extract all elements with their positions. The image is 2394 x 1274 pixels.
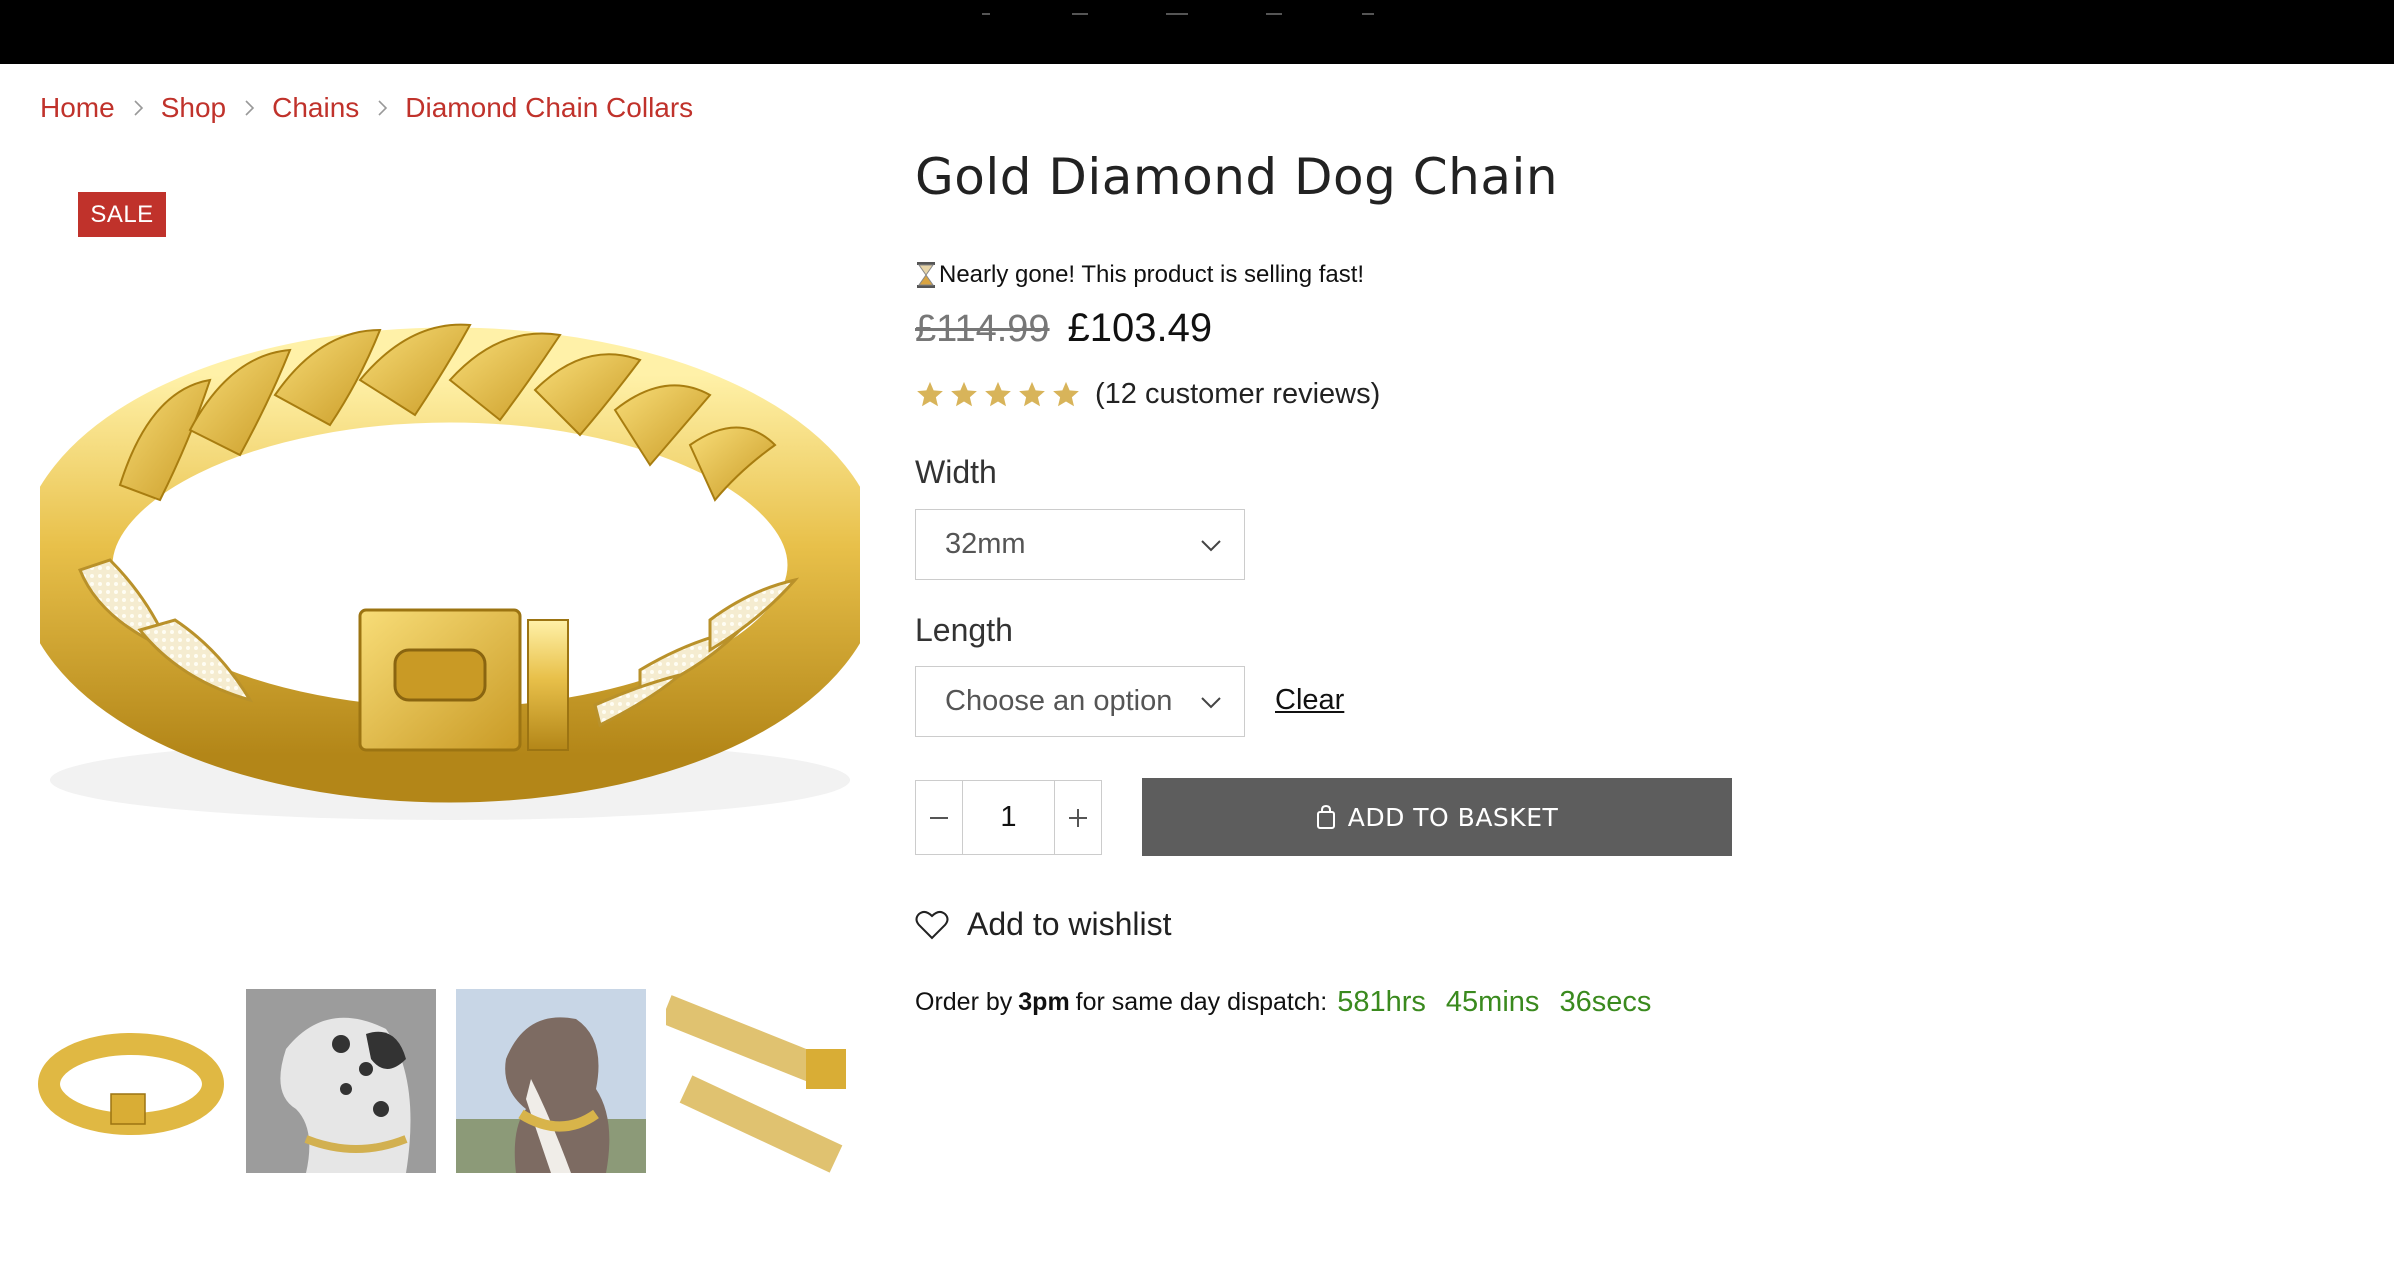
top-bar (0, 0, 2394, 64)
thumbnail-pitbull[interactable] (456, 989, 646, 1173)
length-select-value: Choose an option (945, 685, 1173, 717)
thumbnail-strip (36, 989, 856, 1173)
chevron-right-icon (129, 98, 149, 118)
star-icon (917, 381, 943, 406)
star-icon (1019, 381, 1045, 406)
topbar-mark (1362, 13, 1374, 15)
countdown-timer: 581hrs 45mins 36secs (1337, 986, 1663, 1019)
dispatch-suffix: for same day dispatch: (1075, 988, 1328, 1016)
minus-icon (930, 816, 948, 819)
topbar-mark (1166, 13, 1188, 15)
price-sale: £103.49 (1067, 306, 1213, 350)
sale-badge: SALE (78, 192, 166, 237)
clear-options-link[interactable]: Clear (1275, 684, 1344, 717)
reviews-link[interactable]: (12 customer reviews) (1095, 378, 1380, 411)
topbar-mark (1266, 13, 1282, 15)
dispatch-prefix: Order by (915, 988, 1013, 1016)
urgency-message: Nearly gone! This product is selling fas… (915, 261, 1364, 289)
width-label: Width (915, 454, 997, 490)
width-select-value: 32mm (945, 528, 1026, 560)
width-select[interactable]: 32mm (915, 509, 1245, 580)
topbar-mark (1072, 13, 1088, 15)
breadcrumb-diamond-chain-collars[interactable]: Diamond Chain Collars (405, 92, 693, 124)
product-title: Gold Diamond Dog Chain (915, 148, 1559, 206)
quantity-decrease-button[interactable] (916, 781, 963, 854)
dispatch-time: 3pm (1018, 988, 1070, 1016)
star-icon (951, 381, 977, 406)
breadcrumb-home[interactable]: Home (40, 92, 115, 124)
dispatch-countdown: Order by 3pm for same day dispatch: 581h… (915, 986, 1663, 1019)
add-to-wishlist[interactable]: Add to wishlist (915, 906, 1172, 943)
star-icon (985, 381, 1011, 406)
topbar-mark (982, 13, 990, 15)
urgency-text: Nearly gone! This product is selling fas… (939, 261, 1365, 288)
countdown-secs: 36secs (1559, 986, 1652, 1018)
quantity-input[interactable] (963, 781, 1054, 854)
countdown-mins: 45mins (1445, 986, 1540, 1018)
length-select[interactable]: Choose an option (915, 666, 1245, 737)
heart-icon (915, 910, 949, 939)
quantity-increase-button[interactable] (1054, 781, 1101, 854)
star-rating (915, 380, 1081, 410)
price-original: £114.99 (915, 308, 1050, 350)
star-icon (1053, 381, 1079, 406)
product-main-image[interactable] (17, 180, 883, 960)
chevron-down-icon (1201, 540, 1221, 552)
price: £114.99 £103.49 (915, 306, 1212, 351)
thumbnail-dalmatian[interactable] (246, 989, 436, 1173)
thumbnail-chain[interactable] (36, 989, 226, 1173)
thumbnail-chain-detail[interactable] (666, 989, 856, 1173)
add-to-basket-button[interactable]: ADD TO BASKET (1142, 778, 1732, 856)
quantity-stepper (915, 780, 1102, 855)
chevron-down-icon (1201, 697, 1221, 709)
rating: (12 customer reviews) (915, 378, 1380, 411)
length-label: Length (915, 612, 1013, 648)
add-to-basket-label: ADD TO BASKET (1347, 802, 1559, 832)
hourglass-icon (917, 262, 935, 288)
breadcrumb-chains[interactable]: Chains (272, 92, 359, 124)
bag-icon (1316, 805, 1335, 829)
wishlist-label: Add to wishlist (967, 906, 1172, 942)
chevron-right-icon (373, 98, 393, 118)
breadcrumb: Home Shop Chains Diamond Chain Collars (40, 88, 693, 128)
chevron-right-icon (240, 98, 260, 118)
breadcrumb-shop[interactable]: Shop (161, 92, 226, 124)
countdown-hours: 581hrs (1337, 986, 1426, 1018)
plus-icon (1069, 808, 1087, 827)
